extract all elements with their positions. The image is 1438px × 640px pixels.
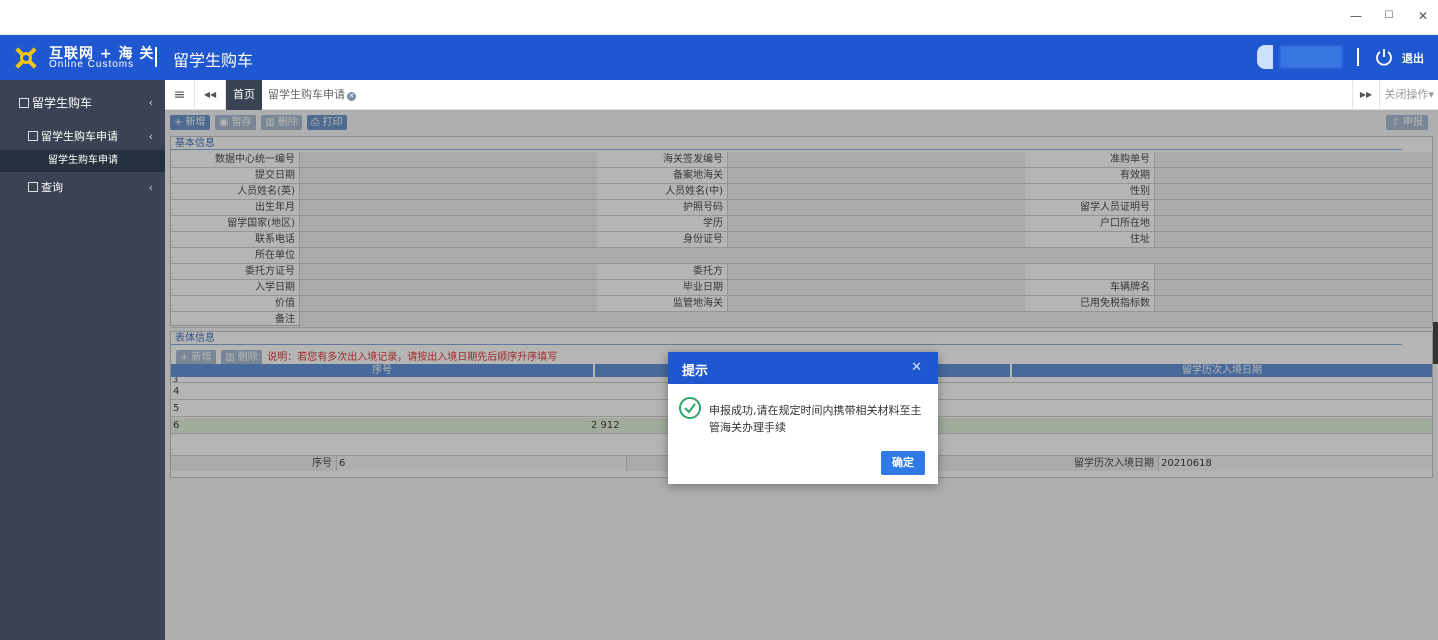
close-window-button[interactable]: ✕ xyxy=(1413,8,1433,24)
maximize-button[interactable]: ☐ xyxy=(1379,8,1399,24)
app-header: 互联网 + 海 关 Online Customs 留学生购车 退出 xyxy=(0,35,1438,80)
tab-label: 留学生购车申请 xyxy=(268,88,345,101)
close-icon[interactable]: ✕ xyxy=(347,92,356,101)
user-name-redacted[interactable] xyxy=(1280,46,1342,68)
tab-scroll-left-button[interactable]: ◀◀ xyxy=(195,80,226,110)
sidebar-item-label: 留学生购车申请 xyxy=(41,130,118,143)
power-icon[interactable] xyxy=(1374,47,1394,67)
header-divider-right xyxy=(1357,48,1359,66)
sidebar-item-label: 查询 xyxy=(41,181,63,194)
sidebar-item-label: 留学生购车申请 xyxy=(48,155,118,166)
building-icon xyxy=(28,131,38,141)
chevron-left-icon: ‹ xyxy=(148,181,153,194)
chevron-left-icon: ‹ xyxy=(148,130,153,143)
header-divider xyxy=(155,47,157,67)
tab-scroll-right-button[interactable]: ▶▶ xyxy=(1352,80,1380,110)
chevron-left-icon: ‹ xyxy=(148,96,153,109)
window-titlebar: — ☐ ✕ xyxy=(0,0,1438,35)
page-title: 留学生购车 xyxy=(173,51,254,70)
logo-english-text: Online Customs xyxy=(49,59,135,70)
tab-home[interactable]: 首页 xyxy=(226,80,262,110)
avatar[interactable] xyxy=(1257,45,1273,69)
scrollbar[interactable] xyxy=(1433,322,1438,364)
sidebar-item-application-group[interactable]: 留学生购车申请 ‹ xyxy=(0,125,165,149)
close-operations-dropdown[interactable]: 关闭操作▾ xyxy=(1384,80,1434,110)
dialog-header: 提示 ✕ xyxy=(668,352,938,384)
menu-toggle-button[interactable]: ≡ xyxy=(165,80,195,110)
sidebar: 留学生购车 ‹ 留学生购车申请 ‹ 留学生购车申请 查询 ‹ xyxy=(0,80,165,640)
building-icon xyxy=(28,182,38,192)
sidebar-item-student-car[interactable]: 留学生购车 ‹ xyxy=(0,91,165,115)
tab-student-car-application[interactable]: 留学生购车申请 ✕ xyxy=(268,80,356,110)
sidebar-item-query[interactable]: 查询 ‹ xyxy=(0,176,165,200)
tab-bar: ≡ ◀◀ 首页 留学生购车申请 ✕ ▶▶ 关闭操作▾ xyxy=(165,80,1438,110)
success-dialog: 提示 ✕ 申报成功,请在规定时间内携带相关材料至主管海关办理手续 确定 xyxy=(668,352,938,484)
building-icon xyxy=(19,98,29,108)
logout-link[interactable]: 退出 xyxy=(1402,50,1424,66)
dialog-title: 提示 xyxy=(682,364,709,379)
minimize-button[interactable]: — xyxy=(1346,8,1366,24)
success-check-icon xyxy=(679,397,701,419)
confirm-button[interactable]: 确定 xyxy=(881,451,925,475)
sidebar-item-application[interactable]: 留学生购车申请 xyxy=(0,150,165,172)
dialog-message: 申报成功,请在规定时间内携带相关材料至主管海关办理手续 xyxy=(709,404,922,434)
customs-logo-icon xyxy=(15,47,37,69)
dialog-close-button[interactable]: ✕ xyxy=(911,360,922,375)
sidebar-item-label: 留学生购车 xyxy=(32,96,93,110)
